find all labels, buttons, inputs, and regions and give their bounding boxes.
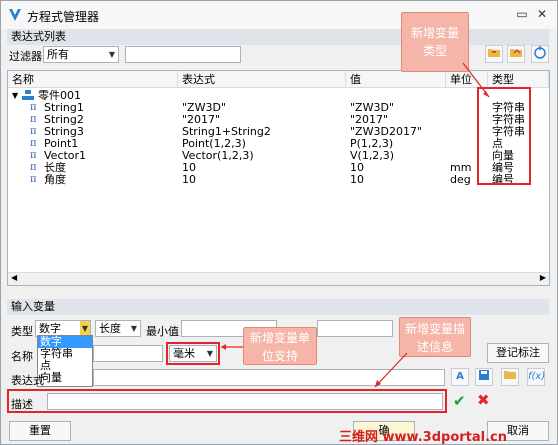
collapse-icon[interactable]: ▼	[12, 90, 18, 102]
function-a-icon[interactable]: A	[451, 368, 469, 386]
table-row[interactable]: π String1 "ZW3D" "ZW3D" 字符串	[8, 102, 549, 114]
save-icon[interactable]	[475, 368, 493, 386]
type-label: 类型	[11, 325, 33, 338]
variable-icon: π	[30, 150, 37, 161]
type-column-highlight	[477, 87, 531, 185]
refresh-icon[interactable]	[531, 45, 549, 63]
chevron-down-icon: ▼	[130, 324, 137, 333]
chevron-down-icon: ▼	[80, 321, 90, 336]
type-callout-text: 新增变量类型	[410, 26, 459, 58]
max-value-input[interactable]	[317, 320, 393, 337]
column-header-type[interactable]: 类型	[488, 71, 549, 88]
variable-icon: π	[30, 162, 37, 173]
type-options-list[interactable]: 数字 字符串 点 向量	[37, 335, 93, 387]
row-expression: 10	[182, 173, 196, 186]
subtype-value: 长度	[99, 322, 121, 335]
type-value: 数字	[39, 322, 61, 335]
table-row[interactable]: π 角度 10 10 deg 编号	[8, 174, 549, 186]
unit-callout-arrow	[221, 344, 243, 350]
unit-highlight	[166, 342, 220, 365]
table-row[interactable]: π String3 String1+String2 "ZW3D2017" 字符串	[8, 126, 549, 138]
filter-search-input[interactable]	[125, 46, 241, 63]
variable-icon: π	[30, 126, 37, 137]
minimize-icon[interactable]: ▭	[515, 7, 529, 21]
watermark: 三维网 www.3dportal.cn	[339, 430, 508, 445]
filter-dropdown[interactable]: 所有 ▼	[43, 46, 119, 63]
description-highlight	[7, 389, 447, 413]
table-row[interactable]: π Point1 Point(1,2,3) P(1,2,3) 点	[8, 138, 549, 150]
min-value-label: 最小值	[146, 325, 179, 338]
chevron-down-icon: ▼	[108, 50, 115, 59]
app-logo-icon	[9, 9, 21, 21]
column-header-value[interactable]: 值	[346, 71, 446, 88]
equation-manager-window: 方程式管理器 ▭ ✕ 表达式列表 过滤器 所有 ▼ 名称 表达式 值 单位 类型…	[0, 0, 558, 445]
window-title: 方程式管理器	[27, 10, 100, 24]
name-label: 名称	[11, 350, 33, 363]
variable-icon: π	[30, 114, 37, 125]
title-bar: 方程式管理器 ▭ ✕	[1, 1, 557, 29]
filter-label: 过滤器	[9, 50, 42, 63]
column-header-name[interactable]: 名称	[8, 71, 178, 88]
close-icon[interactable]: ✕	[535, 7, 549, 21]
description-callout-text: 新增变量描述信息	[405, 322, 466, 354]
confirm-check-icon[interactable]: ✔	[453, 392, 466, 410]
input-variable-header: 输入变量	[7, 299, 549, 315]
horizontal-scrollbar[interactable]: ◀ ▶	[8, 272, 549, 285]
folder-icon[interactable]	[501, 368, 519, 386]
description-callout-arrow	[374, 352, 408, 388]
filter-value: 所有	[47, 48, 69, 61]
name-input[interactable]	[93, 345, 163, 362]
type-option[interactable]: 向量	[38, 372, 92, 384]
column-header-expression[interactable]: 表达式	[178, 71, 346, 88]
unit-callout: 新增变量单位支持	[243, 327, 317, 365]
export-folder-icon[interactable]	[507, 45, 525, 63]
row-unit: deg	[450, 173, 471, 186]
unit-callout-text: 新增变量单位支持	[250, 331, 311, 363]
type-callout-arrow	[462, 62, 490, 98]
function-fx-icon[interactable]: f(x)	[527, 368, 545, 386]
variable-icon: π	[30, 138, 37, 149]
subtype-dropdown[interactable]: 长度 ▼	[95, 320, 141, 337]
row-name: 角度	[44, 173, 66, 186]
expression-label: 表达式	[11, 374, 44, 387]
variable-icon: π	[30, 174, 37, 185]
row-value: 10	[350, 173, 364, 186]
type-callout: 新增变量类型	[401, 12, 469, 72]
register-annotation-button[interactable]: 登记标注	[487, 343, 549, 363]
reset-button[interactable]: 重置	[9, 421, 71, 441]
scroll-left-icon[interactable]: ◀	[11, 273, 17, 282]
variable-icon: π	[30, 102, 37, 113]
table-row[interactable]: π String2 "2017" "2017" 字符串	[8, 114, 549, 126]
scroll-right-icon[interactable]: ▶	[540, 273, 546, 282]
expression-table: 名称 表达式 值 单位 类型 ▼ 零件001 π String1 "ZW3D" …	[7, 70, 550, 286]
cancel-x-icon[interactable]: ✖	[477, 391, 490, 409]
